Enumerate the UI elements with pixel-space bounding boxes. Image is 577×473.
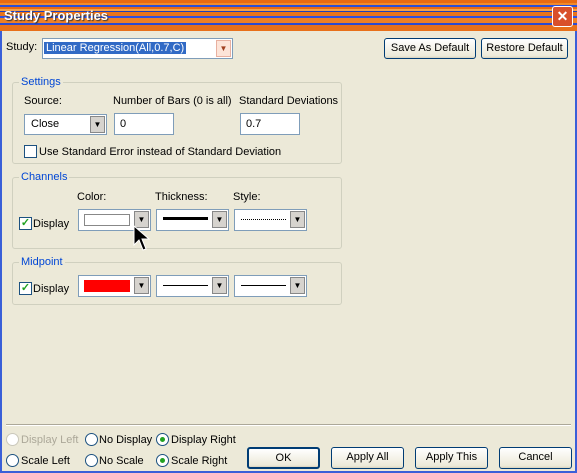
apply-all-button[interactable]: Apply All bbox=[331, 447, 404, 469]
color-label: Color: bbox=[77, 191, 107, 203]
study-label: Study: bbox=[6, 41, 38, 53]
midpoint-color-swatch bbox=[84, 280, 130, 292]
save-as-default-button[interactable]: Save As Default bbox=[384, 38, 476, 59]
window-title: Study Properties bbox=[4, 8, 109, 23]
title-bar[interactable]: Study Properties ✕ bbox=[0, 0, 577, 31]
chevron-down-icon[interactable]: ▼ bbox=[216, 40, 231, 57]
settings-group-label: Settings bbox=[19, 76, 63, 88]
chevron-down-icon[interactable]: ▼ bbox=[90, 116, 105, 133]
scale-left-label: Scale Left bbox=[21, 455, 70, 467]
solid-line-sample bbox=[241, 285, 286, 286]
radio-selected-dot bbox=[160, 458, 165, 463]
midpoint-display-label: Display bbox=[33, 283, 70, 295]
chevron-down-icon[interactable]: ▼ bbox=[290, 277, 305, 294]
no-display-label: No Display bbox=[99, 434, 153, 446]
scale-left-radio[interactable] bbox=[6, 454, 19, 467]
channels-group-label: Channels bbox=[19, 171, 70, 183]
midpoint-color-select[interactable]: ▼ bbox=[78, 275, 151, 297]
channels-display-label: Display bbox=[33, 218, 70, 230]
ok-button[interactable]: OK bbox=[247, 447, 320, 469]
radio-selected-dot bbox=[160, 437, 165, 442]
checkmark-icon: ✓ bbox=[20, 282, 31, 294]
display-left-radio[interactable] bbox=[6, 433, 19, 446]
source-label: Source: bbox=[24, 95, 62, 107]
display-left-label: Display Left bbox=[21, 434, 79, 446]
study-select[interactable]: Linear Regression(All,0.7,C) ▼ bbox=[42, 38, 233, 59]
study-select-value: Linear Regression(All,0.7,C) bbox=[44, 42, 187, 54]
dotted-line-sample bbox=[241, 219, 286, 220]
midpoint-group-label: Midpoint bbox=[19, 256, 65, 268]
no-display-radio[interactable] bbox=[85, 433, 98, 446]
midpoint-style-select[interactable]: ▼ bbox=[234, 275, 307, 297]
standard-deviations-label: Standard Deviations bbox=[239, 95, 339, 107]
midpoint-display-checkbox[interactable]: ✓ bbox=[19, 282, 32, 295]
scale-right-radio[interactable] bbox=[156, 454, 169, 467]
checkmark-icon: ✓ bbox=[20, 217, 31, 229]
use-standard-error-checkbox[interactable] bbox=[24, 145, 37, 158]
chevron-down-icon[interactable]: ▼ bbox=[212, 277, 227, 294]
standard-deviations-input[interactable]: 0.7 bbox=[240, 113, 300, 135]
mouse-pointer-icon bbox=[133, 225, 151, 251]
standard-deviations-value: 0.7 bbox=[246, 118, 262, 130]
restore-default-button[interactable]: Restore Default bbox=[481, 38, 568, 59]
close-button[interactable]: ✕ bbox=[552, 6, 573, 27]
thick-line-sample bbox=[163, 217, 208, 220]
cancel-button[interactable]: Cancel bbox=[499, 447, 572, 469]
chevron-down-icon[interactable]: ▼ bbox=[134, 277, 149, 294]
apply-this-button[interactable]: Apply This bbox=[415, 447, 488, 469]
thickness-label: Thickness: bbox=[155, 191, 208, 203]
display-right-label: Display Right bbox=[171, 434, 236, 446]
number-of-bars-value: 0 bbox=[120, 118, 127, 130]
midpoint-thickness-select[interactable]: ▼ bbox=[156, 275, 229, 297]
chevron-down-icon[interactable]: ▼ bbox=[212, 211, 227, 228]
channels-thickness-select[interactable]: ▼ bbox=[156, 209, 229, 231]
no-scale-label: No Scale bbox=[99, 455, 144, 467]
source-select[interactable]: Close ▼ bbox=[24, 114, 107, 135]
use-standard-error-label: Use Standard Error instead of Standard D… bbox=[39, 146, 282, 158]
channels-display-checkbox[interactable]: ✓ bbox=[19, 217, 32, 230]
channels-color-swatch bbox=[84, 214, 130, 226]
style-label: Style: bbox=[233, 191, 261, 203]
number-of-bars-label: Number of Bars (0 is all) bbox=[113, 95, 232, 107]
scale-right-label: Scale Right bbox=[171, 455, 228, 467]
number-of-bars-input[interactable]: 0 bbox=[114, 113, 174, 135]
no-scale-radio[interactable] bbox=[85, 454, 98, 467]
thin-line-sample bbox=[163, 285, 208, 286]
chevron-down-icon[interactable]: ▼ bbox=[290, 211, 305, 228]
source-select-value: Close bbox=[31, 118, 60, 130]
bottom-separator bbox=[6, 424, 571, 426]
display-right-radio[interactable] bbox=[156, 433, 169, 446]
channels-style-select[interactable]: ▼ bbox=[234, 209, 307, 231]
